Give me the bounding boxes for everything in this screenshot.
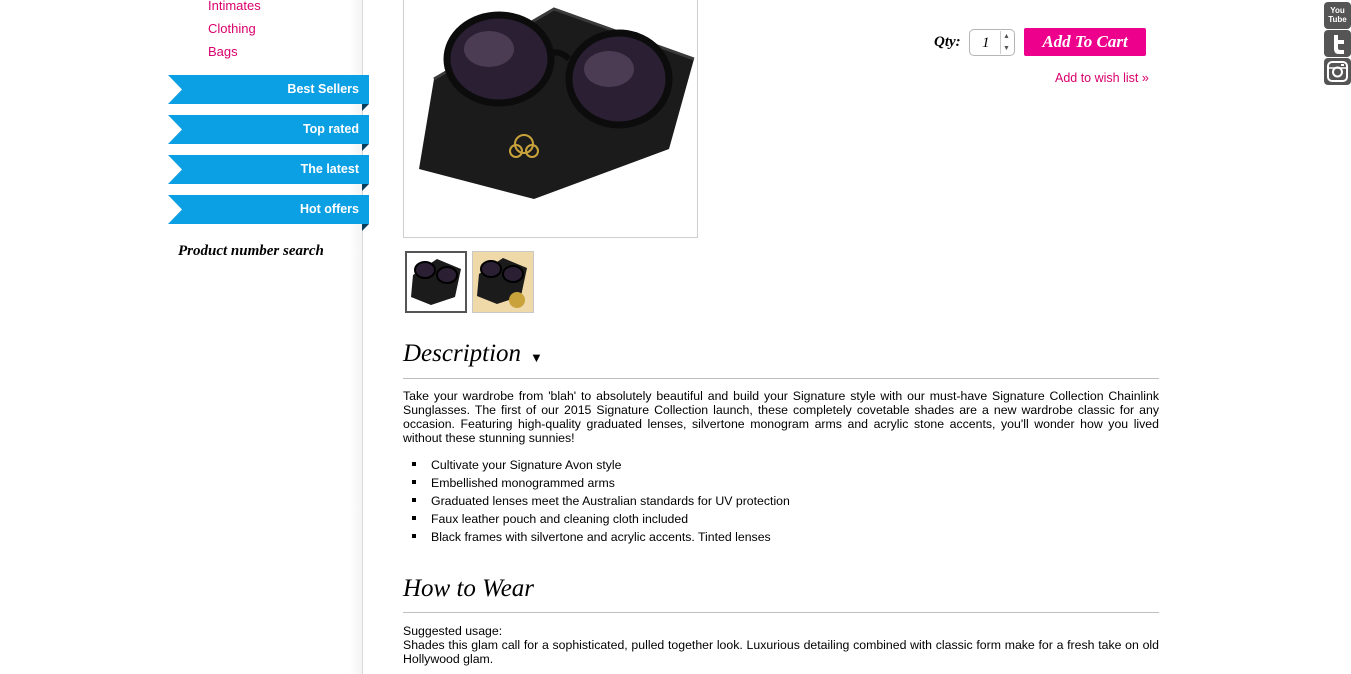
twitter-glyph-icon: [1334, 35, 1344, 54]
qty-stepper[interactable]: ▲ ▼: [1000, 31, 1012, 54]
how-to-wear-body: Shades this glam call for a sophisticate…: [403, 638, 1159, 666]
ribbon-fold: [362, 224, 369, 231]
stepper-up-icon[interactable]: ▲: [1001, 31, 1012, 43]
category-link-intimates[interactable]: Intimates: [208, 0, 261, 13]
stepper-down-icon[interactable]: ▼: [1001, 43, 1012, 55]
list-item: Black frames with silvertone and acrylic…: [411, 530, 790, 548]
list-item: Embellished monogrammed arms: [411, 476, 790, 494]
ribbon-hot-offers[interactable]: Hot offers: [168, 195, 369, 224]
category-link-clothing[interactable]: Clothing: [208, 21, 256, 36]
ribbon-top-rated[interactable]: Top rated: [168, 115, 369, 144]
suggested-usage-label: Suggested usage:: [403, 624, 503, 638]
list-item: Faux leather pouch and cleaning cloth in…: [411, 512, 790, 530]
ribbon-fold: [362, 104, 369, 111]
ribbon-the-latest[interactable]: The latest: [168, 155, 369, 184]
ribbon-fold: [362, 144, 369, 151]
divider: [403, 612, 1159, 613]
description-heading[interactable]: Description: [403, 340, 521, 368]
ribbon-fold: [362, 184, 369, 191]
qty-label: Qty:: [934, 34, 961, 50]
sunglasses-image: [419, 7, 695, 199]
qty-input[interactable]: 1 ▲ ▼: [969, 29, 1015, 56]
twitter-icon[interactable]: [1324, 30, 1351, 57]
thumbnail-1[interactable]: [405, 251, 467, 313]
how-to-wear-heading: How to Wear: [403, 575, 535, 602]
instagram-icon[interactable]: [1324, 58, 1351, 85]
thumbnail-2[interactable]: [472, 251, 534, 313]
sidebar: Intimates Clothing Bags Best Sellers Top…: [0, 0, 369, 674]
description-text: Take your wardrobe from 'blah' to absolu…: [403, 389, 1159, 445]
ribbon-best-sellers[interactable]: Best Sellers: [168, 75, 369, 104]
category-link-bags[interactable]: Bags: [208, 44, 238, 59]
add-to-cart-button[interactable]: Add To Cart: [1024, 28, 1146, 56]
list-item: Graduated lenses meet the Australian sta…: [411, 494, 790, 512]
sunglasses-thumb-icon: [411, 259, 461, 305]
chevron-down-icon[interactable]: ▼: [530, 350, 543, 365]
qty-value: 1: [982, 35, 990, 51]
add-to-wish-list-link[interactable]: Add to wish list »: [1055, 71, 1149, 85]
how-to-wear-text: Suggested usage: Shades this glam call f…: [403, 624, 1159, 666]
list-item: Cultivate your Signature Avon style: [411, 458, 790, 476]
divider: [403, 378, 1159, 379]
camera-icon: [1327, 61, 1348, 82]
product-number-search-heading: Product number search: [178, 243, 324, 259]
youtube-icon[interactable]: You Tube: [1324, 2, 1351, 29]
sunglasses-thumb-icon: [477, 258, 527, 308]
product-main-image[interactable]: [403, 0, 698, 238]
feature-list: Cultivate your Signature Avon style Embe…: [411, 458, 790, 548]
